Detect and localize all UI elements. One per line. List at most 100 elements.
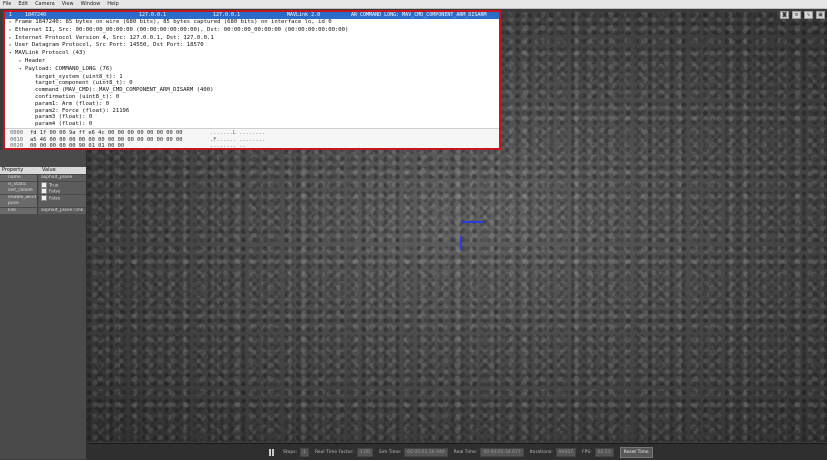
tree-item[interactable]: ▸ Frame 1847240: 85 bytes on wire (680 bi… (5, 19, 499, 27)
pause-icon[interactable] (269, 448, 277, 456)
property-row[interactable]: link asphalt_plane::link (0, 207, 86, 214)
screenshot-icon[interactable]: ◙ (780, 11, 789, 19)
steps-value[interactable]: 1 (300, 447, 309, 457)
tree-item-text: confirmation (uint8_t): 0 (35, 93, 120, 100)
menu-help[interactable]: Help (104, 0, 122, 8)
menu-bar: File Edit Camera View Window Help (0, 0, 827, 9)
property-key: enable_wind (0, 194, 38, 201)
property-row[interactable]: self_collide False (0, 188, 86, 194)
packet-info: AR COMMAND LONG: MAV_CMD_COMPONENT_ARM_D… (351, 12, 487, 18)
tree-item-text: command (MAV_CMD): MAV_CMD_COMPONENT_ARM… (35, 87, 214, 94)
tree-item[interactable]: param4 (float): 0 (5, 121, 499, 128)
property-header: Property Value (0, 167, 86, 174)
realtime-label: Real Time: (453, 449, 478, 455)
tree-item-text: Header (25, 57, 46, 64)
fps-label: FPS: (582, 449, 592, 455)
tree-item-text: Frame 1847240: 85 bytes on wire (680 bit… (15, 19, 332, 25)
property-row[interactable]: pose (0, 201, 86, 207)
tree-item-text: param4 (float): 0 (35, 121, 93, 128)
hex-line: 0020 00 00 00 00 00 90 01 01 00 00.......… (5, 143, 499, 150)
tree-item[interactable]: command (MAV_CMD): MAV_CMD_COMPONENT_ARM… (5, 87, 499, 94)
property-value-cell: True (38, 181, 86, 188)
property-key: pose (0, 201, 38, 207)
rtf-label: Real Time Factor: (314, 449, 354, 455)
property-row[interactable]: name asphalt_plane (0, 175, 86, 181)
tree-item-text: param1: Arm (float): 0 (35, 100, 110, 107)
packet-detail-tree: ▸ Frame 1847240: 85 bytes on wire (680 bi… (5, 19, 499, 127)
tree-item[interactable]: ▸ User Datagram Protocol, Src Port: 14550… (5, 42, 499, 50)
toolbar-right: ◙ ≡ ∿ ▣ (780, 11, 825, 19)
hex-ascii: ........ .. (210, 143, 246, 150)
selected-packet-row[interactable]: 1 1847240 127.0.0.1 127.0.0.1 MAVLink 2.… (5, 12, 499, 19)
menu-window[interactable]: Window (78, 0, 105, 8)
reset-time-button[interactable]: Reset Time (619, 446, 653, 458)
packet-source: 127.0.0.1 (139, 12, 167, 18)
tree-item[interactable]: param3 (float): 0 (5, 114, 499, 121)
property-value: False (49, 196, 61, 201)
property-value-cell (38, 201, 86, 207)
tree-item-text: MAVLink Protocol (43) (15, 50, 86, 57)
property-col-header: Property (2, 167, 24, 173)
tree-item-text: Payload: COMMAND_LONG (76) (25, 65, 113, 72)
tree-item[interactable]: ▸ Ethernet II, Src: 00:00:00_00:00:00 (00… (5, 27, 499, 35)
iterations-value: 96937 (555, 447, 576, 457)
tree-item[interactable]: ▸ Internet Protocol Version 4, Src: 127.0… (5, 35, 499, 43)
hex-offset: 0010 (10, 136, 23, 143)
packet-time: 1847240 (25, 12, 47, 18)
property-value: asphalt_plane::link (41, 207, 84, 213)
menu-camera[interactable]: Camera (32, 0, 59, 8)
tree-item[interactable]: param2: Force (float): 21196 (5, 108, 499, 115)
hex-line: 0000 fd 1f 00 00 9a ff e6 4c 00 00 00 00 … (5, 130, 499, 137)
checkbox[interactable] (41, 188, 47, 194)
rtf-value: 1.00 (356, 447, 373, 457)
property-value-cell: False (38, 188, 86, 194)
property-key: name (0, 175, 38, 181)
simulation-bottom-bar: Steps: 1 Real Time Factor: 1.00 Sim Time… (87, 443, 827, 460)
tree-item[interactable]: confirmation (uint8_t): 0 (5, 94, 499, 101)
menu-edit[interactable]: Edit (15, 0, 32, 8)
packet-protocol: MAVLink 2.0 (287, 12, 321, 18)
simtime-value: 00 00:01:36.940 (404, 447, 448, 457)
hex-bytes: fd 1f 00 00 9a ff e6 4c 00 00 00 00 00 0… (30, 130, 183, 136)
property-row[interactable]: is_static True (0, 181, 86, 188)
property-value: True (49, 183, 59, 188)
hex-dump: 0000 fd 1f 00 00 9a ff e6 4c 00 00 00 00 … (5, 128, 499, 150)
hex-offset: 0020 (10, 143, 23, 150)
tree-item[interactable]: ▸ Header (5, 58, 499, 66)
log-icon[interactable]: ≡ (792, 11, 801, 19)
property-value-cell: asphalt_plane (38, 175, 86, 181)
iterations-label: Iterations: (529, 449, 553, 455)
hex-ascii: .......L ........ (210, 130, 266, 136)
checkbox[interactable] (41, 194, 47, 201)
simtime-label: Sim Time: (378, 449, 402, 455)
tree-item[interactable]: param1: Arm (float): 0 (5, 101, 499, 108)
tree-item-text: Internet Protocol Version 4, Src: 127.0.… (15, 34, 214, 41)
tree-item-text: param2: Force (float): 21196 (35, 107, 130, 114)
packet-destination: 127.0.0.1 (213, 12, 241, 18)
property-row[interactable]: enable_wind False (0, 194, 86, 201)
packet-no: 1 (9, 12, 13, 18)
tree-item[interactable]: ▾ Payload: COMMAND_LONG (76) (5, 66, 499, 74)
tree-item[interactable]: target_system (uint8_t): 1 (5, 74, 499, 81)
tree-item-text: User Datagram Protocol, Src Port: 14550,… (15, 42, 204, 49)
tree-item[interactable]: ▾ MAVLink Protocol (43) (5, 50, 499, 58)
hex-bytes: a5 46 00 00 00 00 00 00 00 00 00 00 00 0… (30, 136, 183, 143)
menu-view[interactable]: View (59, 0, 78, 8)
value-col-header: Value (42, 167, 56, 173)
video-icon[interactable]: ▣ (816, 11, 825, 19)
property-value-cell: asphalt_plane::link (38, 207, 86, 214)
realtime-value: 00 00:01:34.677 (480, 447, 524, 457)
property-value-cell: False (38, 194, 86, 201)
steps-label: Steps: (283, 449, 298, 455)
tree-item[interactable]: target_component (uint8_t): 0 (5, 80, 499, 87)
plot-icon[interactable]: ∿ (804, 11, 813, 19)
property-key: is_static (0, 181, 38, 188)
fps-value: 62.51 (594, 447, 614, 457)
tree-item-text: target_component (uint8_t): 0 (35, 80, 133, 87)
menu-file[interactable]: File (0, 0, 15, 8)
checkbox[interactable] (41, 181, 47, 188)
tree-item-text: param3 (float): 0 (35, 114, 93, 121)
property-key: link (0, 207, 38, 214)
hex-offset: 0000 (10, 130, 23, 136)
property-value: False (49, 189, 61, 195)
